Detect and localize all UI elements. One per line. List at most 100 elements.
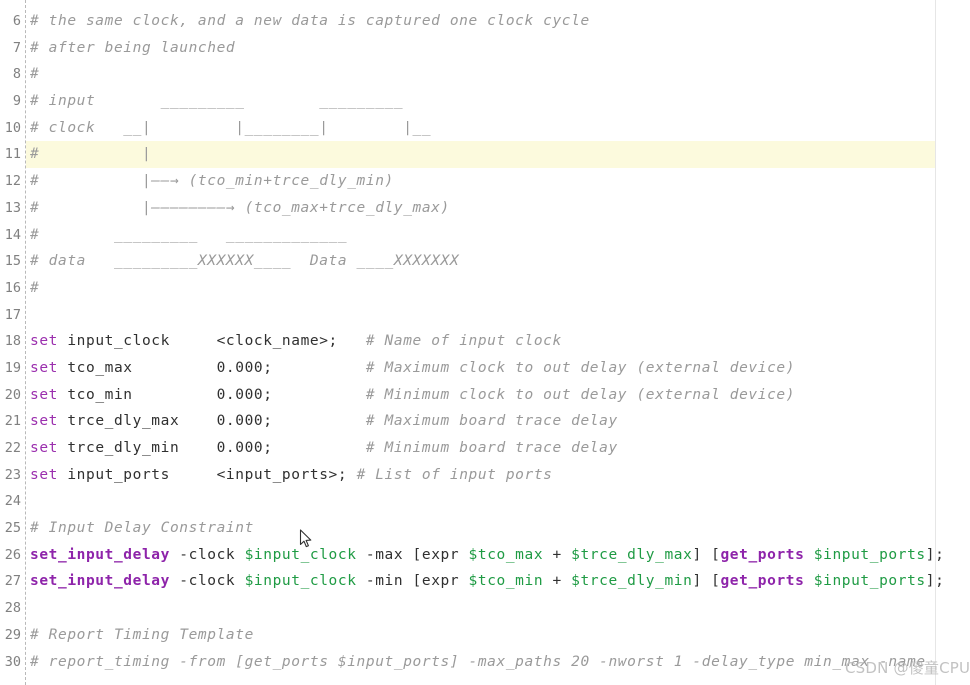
code-lines-container[interactable]: 6 # the same clock, and a new data is cap… — [0, 8, 970, 675]
line-number: 6 — [12, 13, 21, 29]
line-number: 24 — [4, 493, 21, 510]
code-line[interactable]: 30 # report_timing -from [get_ports $inpu… — [0, 649, 970, 676]
code-line[interactable]: 7 # after being launched — [0, 35, 970, 62]
line-content[interactable]: # |——→ (tco_min+trce_dly_min) — [30, 168, 394, 195]
code-token-comment: # | — [30, 146, 152, 163]
code-token-plain: input_clock <clock_name>; — [58, 333, 366, 350]
code-line[interactable]: 16 # — [0, 275, 970, 302]
line-number: 16 — [4, 279, 21, 296]
code-token-plain: -max [expr — [356, 546, 469, 563]
code-token-var: $input_clock — [244, 573, 357, 590]
code-line[interactable]: 19 set tco_max 0.000; # Maximum clock to … — [0, 355, 970, 382]
code-token-var: $input_clock — [244, 546, 357, 563]
code-token-var: $input_ports — [813, 546, 926, 563]
code-token-comment: # the same clock, and a new data is capt… — [30, 13, 590, 29]
code-line[interactable]: 15 # data _________XXXXXX____ Data ____XX… — [0, 248, 970, 275]
code-token-comment: # data _________XXXXXX____ Data ____XXXX… — [30, 253, 460, 270]
code-token-comment: # Name of input clock — [365, 333, 562, 350]
line-content[interactable]: # | — [30, 141, 151, 168]
line-number: 14 — [4, 226, 21, 243]
line-number: 22 — [4, 440, 21, 456]
code-token-comment: # after being launched — [30, 39, 236, 56]
code-line[interactable]: 6 # the same clock, and a new data is cap… — [0, 8, 970, 35]
line-content[interactable]: set trce_dly_max 0.000; # Maximum board … — [30, 408, 618, 435]
code-token-plain: ] [ — [692, 546, 721, 563]
code-line[interactable]: 8 # — [0, 61, 970, 88]
code-token-comment: # Minimum board trace delay — [365, 440, 618, 456]
line-number: 17 — [4, 306, 21, 323]
line-number: 18 — [4, 333, 21, 350]
line-number: 10 — [4, 119, 21, 136]
line-content[interactable]: # |————————→ (tco_max+trce_dly_max) — [30, 195, 450, 222]
code-line[interactable]: 13 # |————————→ (tco_max+trce_dly_max) — [0, 195, 970, 222]
line-number: 9 — [12, 93, 21, 110]
line-number: 15 — [4, 253, 21, 270]
code-line[interactable]: 11 # | — [0, 141, 970, 168]
line-content[interactable]: # _________ _____________ — [30, 222, 347, 249]
code-token-comment: # Report Timing Template — [30, 626, 254, 643]
code-line[interactable]: 23 set input_ports <input_ports>; # List … — [0, 462, 970, 489]
code-token-comment: # clock __| |________| |__ — [30, 119, 432, 136]
code-token-kw: set — [30, 466, 58, 483]
code-line[interactable]: 10 # clock __| |________| |__ — [0, 115, 970, 142]
code-token-comment: # Input Delay Constraint — [30, 520, 254, 537]
code-line[interactable]: 18 set input_clock <clock_name>; # Name o… — [0, 328, 970, 355]
line-content[interactable]: set tco_max 0.000; # Maximum clock to ou… — [30, 355, 795, 382]
line-content[interactable]: # — [30, 275, 39, 302]
code-token-comment: # List of input ports — [356, 466, 553, 483]
code-line[interactable]: 20 set tco_min 0.000; # Minimum clock to … — [0, 382, 970, 409]
code-token-kw: set — [30, 413, 58, 430]
line-content[interactable]: set input_ports <input_ports>; # List of… — [30, 462, 553, 489]
code-token-comment: # Maximum clock to out delay (external d… — [365, 359, 796, 376]
line-number: 7 — [12, 39, 21, 56]
line-content[interactable]: set tco_min 0.000; # Minimum clock to ou… — [30, 382, 795, 409]
line-number: 12 — [4, 173, 21, 190]
code-line[interactable]: 28 — [0, 595, 970, 622]
line-content[interactable]: set_input_delay -clock $input_clock -max… — [30, 542, 944, 569]
line-content[interactable]: # Report Timing Template — [30, 622, 254, 649]
line-number: 19 — [4, 359, 21, 376]
code-line[interactable]: 9 # input _________ _________ — [0, 88, 970, 115]
code-line[interactable]: 27 set_input_delay -clock $input_clock -m… — [0, 568, 970, 595]
code-line[interactable]: 22 set trce_dly_min 0.000; # Minimum boar… — [0, 435, 970, 462]
line-number: 23 — [4, 466, 21, 483]
code-line[interactable]: 21 set trce_dly_max 0.000; # Maximum boar… — [0, 408, 970, 435]
code-token-kw: set — [30, 440, 58, 456]
code-token-var: $tco_max — [468, 546, 544, 563]
line-content[interactable]: # clock __| |________| |__ — [30, 115, 431, 142]
code-token-plain: + — [543, 546, 572, 563]
code-token-kw-b: set_input_delay — [30, 573, 170, 590]
code-line[interactable]: 17 — [0, 302, 970, 329]
line-content[interactable]: # data _________XXXXXX____ Data ____XXXX… — [30, 248, 459, 275]
code-token-plain: + — [543, 573, 572, 590]
code-token-plain: tco_min 0.000; — [58, 386, 366, 403]
line-number: 13 — [4, 199, 21, 216]
code-line[interactable]: 14 # _________ _____________ — [0, 222, 970, 249]
line-content[interactable]: set_input_delay -clock $input_clock -min… — [30, 568, 944, 595]
line-number: 30 — [4, 653, 21, 670]
code-line[interactable]: 26 set_input_delay -clock $input_clock -m… — [0, 542, 970, 569]
code-editor[interactable]: 6 # the same clock, and a new data is cap… — [0, 0, 970, 685]
line-number: 11 — [4, 146, 21, 163]
line-content[interactable]: # input _________ _________ — [30, 88, 403, 115]
line-number: 20 — [4, 386, 21, 403]
line-content[interactable]: # the same clock, and a new data is capt… — [30, 8, 590, 35]
code-token-var: $trce_dly_max — [571, 546, 693, 563]
code-line[interactable]: 24 — [0, 488, 970, 515]
code-line[interactable]: 12 # |——→ (tco_min+trce_dly_min) — [0, 168, 970, 195]
line-number: 28 — [4, 600, 21, 617]
code-token-plain: tco_max 0.000; — [58, 359, 366, 376]
code-token-comment: # input _________ _________ — [30, 93, 404, 110]
code-line[interactable]: 29 # Report Timing Template — [0, 622, 970, 649]
code-token-kw: set — [30, 333, 58, 350]
line-content[interactable]: # report_timing -from [get_ports $input_… — [30, 649, 926, 676]
code-token-plain: ]; — [925, 573, 945, 590]
line-content[interactable]: # Input Delay Constraint — [30, 515, 254, 542]
line-content[interactable]: set input_clock <clock_name>; # Name of … — [30, 328, 562, 355]
line-content[interactable]: # — [30, 61, 39, 88]
line-content[interactable]: set trce_dly_min 0.000; # Minimum board … — [30, 435, 618, 462]
code-line[interactable]: 25 # Input Delay Constraint — [0, 515, 970, 542]
code-token-comment: # |——→ (tco_min+trce_dly_min) — [30, 173, 394, 190]
line-content[interactable]: # after being launched — [30, 35, 235, 62]
line-number: 29 — [4, 626, 21, 643]
